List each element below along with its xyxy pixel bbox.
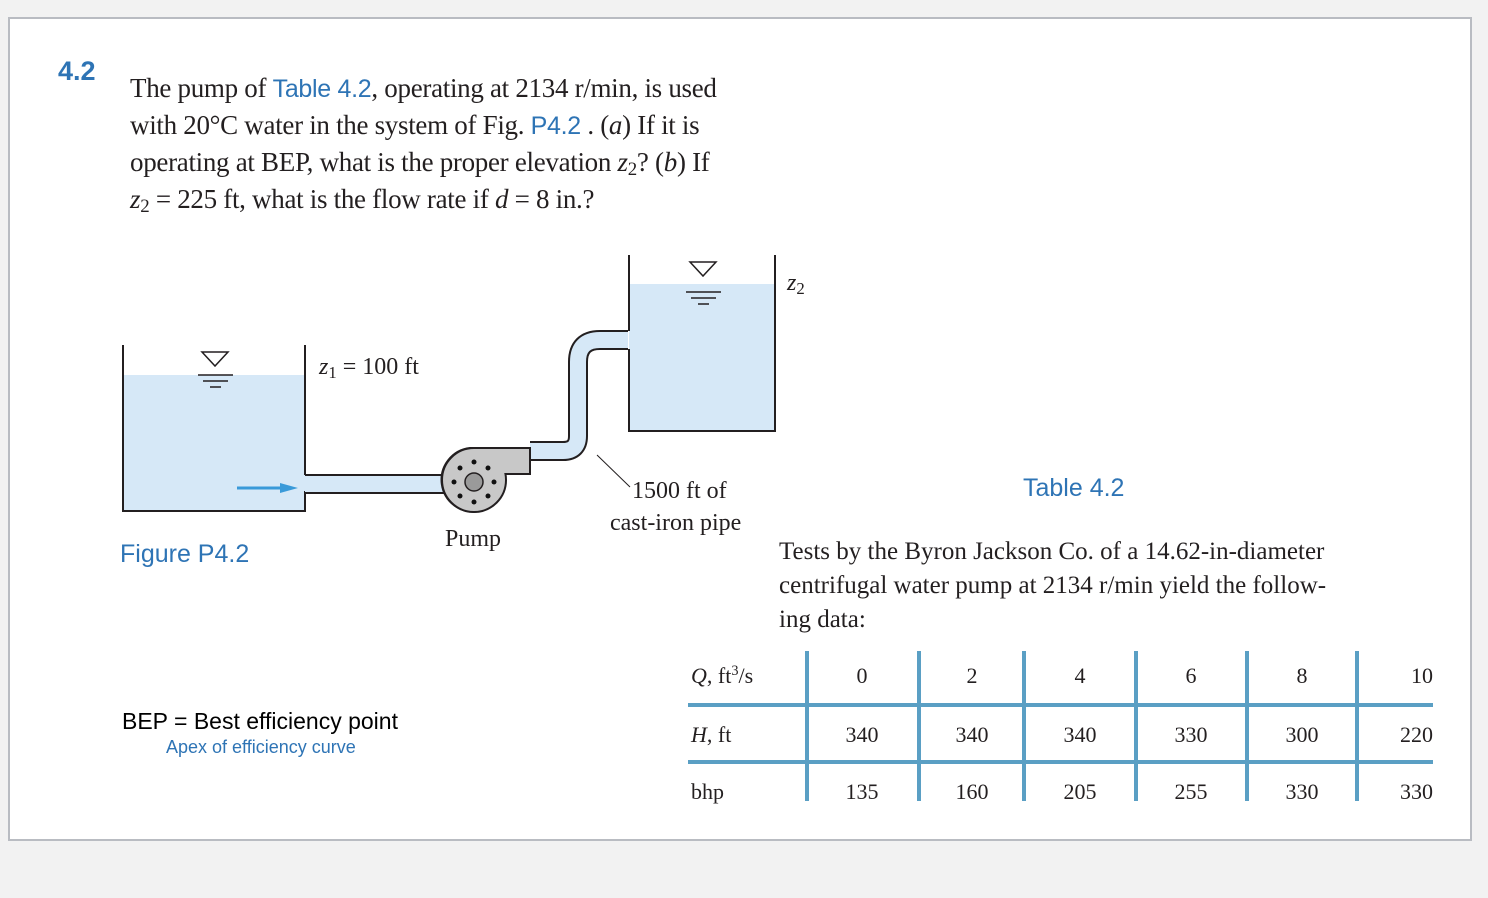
free-surface-icon [686,261,721,305]
table-cell: 330 [1285,779,1319,804]
row-label: bhp [691,764,791,820]
table-cell: 2 [966,663,978,688]
table-cell: 135 [845,779,879,804]
text: , ft [706,722,732,747]
suction-pipe [305,475,445,493]
bep-definition: BEP = Best efficiency point [122,708,398,734]
bep-apex-note: Apex of efficiency curve [166,737,356,757]
table-cell: 255 [1174,779,1208,804]
text: /s [738,663,754,688]
pipe-label-line-2: cast-iron pipe [610,510,742,536]
z1-label: z1 = 100 ft [319,354,419,381]
table-cell: 340 [955,722,989,747]
text: bhp [691,779,724,804]
pipe-label-line-1: 1500 ft of [632,478,727,504]
variable: Q [691,663,707,688]
table-cell: 205 [1063,779,1097,804]
variable: z [787,270,797,296]
row-label: H, ft [691,707,791,763]
table-cell: 340 [1063,722,1097,747]
table-cell: 300 [1285,722,1319,747]
z2-label: z2 [787,270,805,297]
table-cell: 220 [1400,722,1433,747]
table-description-line-3: ing data: [779,606,866,633]
subscript: 1 [328,363,337,382]
superscript: 3 [731,663,739,679]
text: = 100 ft [336,354,419,380]
table-row-flow-rate: Q, ft3/s 0 2 4 6 8 10 [688,648,1433,704]
table-row-head: H, ft 340 340 340 330 300 220 [688,707,1433,763]
table-cell: 160 [955,779,989,804]
text: , ft [706,663,732,688]
table-cell: 340 [845,722,879,747]
table-title: Table 4.2 [1023,474,1125,502]
upper-reservoir-water [629,284,775,431]
table-description-line-1: Tests by the Byron Jackson Co. of a 14.6… [779,538,1325,565]
table-description-line-2: centrifugal water pump at 2134 r/min yie… [779,572,1327,599]
pump-icon [440,447,531,513]
table-cell: 330 [1174,722,1208,747]
table-cell: 8 [1296,663,1308,688]
row-label: Q, ft3/s [691,648,791,704]
table-cell: 6 [1185,663,1197,688]
table-cell: 0 [856,663,868,688]
table-row-brake-horsepower: bhp 135 160 205 255 330 330 [688,764,1433,820]
table-cell: 10 [1411,663,1433,688]
subscript: 2 [796,279,805,298]
lower-reservoir-water [123,375,305,511]
variable: H [691,722,707,747]
pump-label: Pump [445,526,502,552]
free-surface-icon [198,351,233,388]
figure-caption: Figure P4.2 [120,540,250,568]
discharge-pipe [530,332,628,459]
table-cell: 330 [1400,779,1433,804]
variable: z [319,354,329,380]
pipe-label-leader [596,454,631,488]
table-cell: 4 [1074,663,1086,688]
